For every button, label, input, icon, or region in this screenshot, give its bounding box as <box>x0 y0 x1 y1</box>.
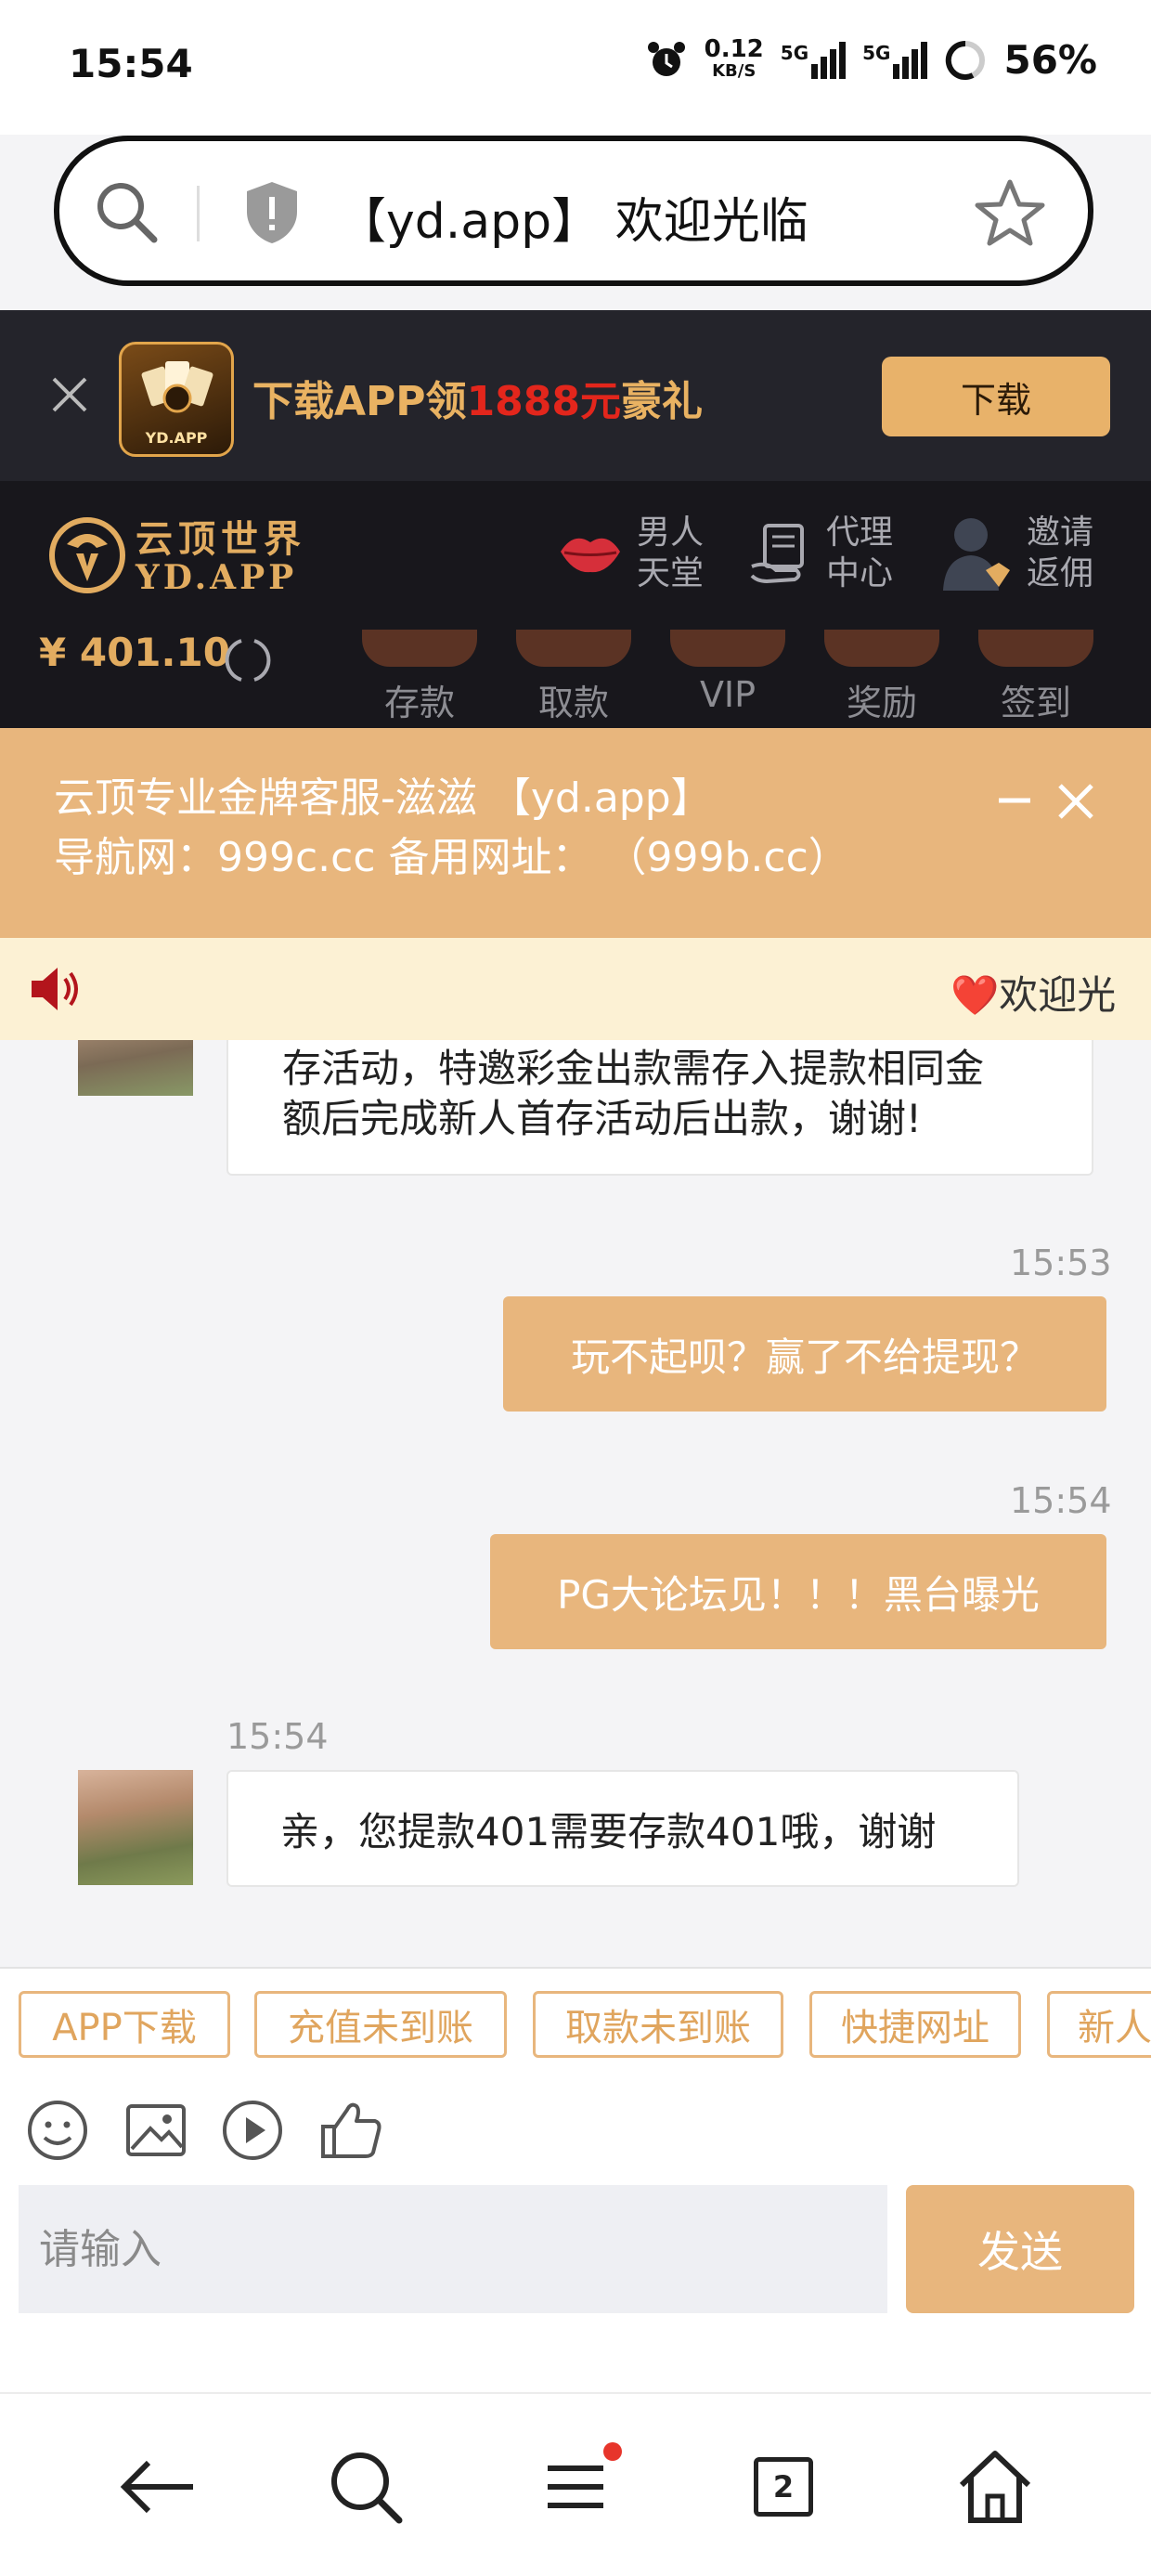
address-bar[interactable]: 【yd.app】 欢迎光临 <box>54 136 1093 286</box>
close-icon[interactable] <box>46 371 93 418</box>
send-button[interactable]: 发送 <box>906 2185 1134 2313</box>
quick-reply-quick-links[interactable]: 快捷网址 <box>809 1991 1021 2058</box>
quick-reply-withdraw-missing[interactable]: 取款未到账 <box>533 1991 783 2058</box>
emoji-icon[interactable] <box>24 2097 91 2164</box>
tab-checkin[interactable]: 签到 <box>976 630 1095 725</box>
agent-message-partial: 存活动，特邀彩金出款需存入提款相同金 额后完成新人首存活动后出款，谢谢! <box>226 1040 1093 1176</box>
status-icons: 0.12 KB/S 5G 5G 56% <box>645 37 1097 83</box>
user-message: 玩不起呗？赢了不给提现？ <box>503 1296 1106 1412</box>
download-banner: YD.APP 下载APP领1888元豪礼 下载 <box>0 310 1151 481</box>
divider <box>197 186 200 241</box>
composer-tools <box>0 2078 1151 2182</box>
notice-text: 云顶专业金牌客服-滋滋 【yd.app】 导航网：999c.cc 备用网址： （… <box>54 774 849 881</box>
quick-reply-app-download[interactable]: APP下载 <box>19 1991 230 2058</box>
thumbs-up-icon[interactable] <box>317 2097 384 2164</box>
chat-area[interactable]: 存活动，特邀彩金出款需存入提款相同金 额后完成新人首存活动后出款，谢谢! 15:… <box>0 1040 1151 1967</box>
tabs-button[interactable]: 2 <box>737 2440 830 2533</box>
lips-icon <box>561 538 620 573</box>
status-time: 15:54 <box>69 41 193 86</box>
user-invite-icon <box>943 518 1010 591</box>
site-logo[interactable]: 云顶世界 YD.APP <box>136 520 306 597</box>
message-input[interactable] <box>19 2185 887 2313</box>
page-title[interactable]: 【yd.app】 欢迎光临 <box>338 182 808 252</box>
net-speed: 0.12 KB/S <box>704 34 764 81</box>
header-link-invite-rebate[interactable]: 邀请 返佣 <box>939 513 1093 594</box>
agent-avatar <box>78 1770 193 1885</box>
quick-reply-deposit-missing[interactable]: 充值未到账 <box>254 1991 507 2058</box>
speaker-icon <box>32 968 78 1010</box>
minimize-icon[interactable] <box>995 782 1034 819</box>
tab-count: 2 <box>754 2457 813 2517</box>
menu-icon[interactable] <box>529 2440 622 2533</box>
signal-icon-2: 5G <box>862 41 928 79</box>
battery-percent: 56% <box>1003 37 1097 83</box>
header-link-agent-center[interactable]: 代理 中心 <box>748 513 893 594</box>
quick-reply-bar: APP下载 充值未到账 取款未到账 快捷网址 新人 <box>0 1967 1151 2080</box>
download-promo-text: 下载APP领1888元豪礼 <box>252 378 704 425</box>
tab-vip[interactable]: VIP <box>668 630 787 715</box>
service-notice: 云顶专业金牌客服-滋滋 【yd.app】 导航网：999c.cc 备用网址： （… <box>0 728 1151 938</box>
logo-emblem-icon[interactable] <box>48 516 126 594</box>
alarm-icon <box>647 41 685 76</box>
close-icon[interactable] <box>1053 778 1099 825</box>
video-play-icon[interactable] <box>219 2097 286 2164</box>
refresh-icon[interactable] <box>223 635 273 685</box>
user-message: PG大论坛见！！！黑台曝光 <box>490 1534 1106 1649</box>
message-time: 15:54 <box>226 1716 329 1757</box>
download-button[interactable]: 下载 <box>882 357 1110 436</box>
status-bar: 15:54 0.12 KB/S 5G 5G 56% <box>0 0 1151 135</box>
search-icon[interactable] <box>93 178 162 247</box>
shield-icon[interactable] <box>241 178 303 247</box>
quick-reply-newcomer[interactable]: 新人 <box>1047 1991 1151 2058</box>
announcement-marquee: ❤️欢迎光 <box>0 938 1151 1040</box>
app-icon: YD.APP <box>119 342 234 457</box>
search-icon[interactable] <box>319 2440 412 2533</box>
message-time: 15:54 <box>1010 1480 1112 1521</box>
site-header: 云顶世界 YD.APP 男人 天堂 代理 中心 邀请 返佣 ¥ 401.10 存款 取… <box>0 481 1151 728</box>
agent-avatar <box>78 1040 193 1096</box>
tab-withdraw[interactable]: 取款 <box>514 630 633 725</box>
playing-cards-icon <box>141 361 213 413</box>
tab-rewards[interactable]: 奖励 <box>822 630 941 725</box>
marquee-text: ❤️欢迎光 <box>951 972 1117 1018</box>
battery-ring-icon <box>946 40 986 80</box>
message-time: 15:53 <box>1010 1242 1112 1283</box>
browser-nav-bar: 2 <box>0 2392 1151 2576</box>
home-icon[interactable] <box>949 2440 1041 2533</box>
star-icon[interactable] <box>973 176 1047 249</box>
agent-message: 亲，您提款401需要存款401哦，谢谢 <box>226 1770 1019 1887</box>
composer: 发送 <box>0 2182 1151 2392</box>
signal-icon: 5G <box>781 41 847 79</box>
back-arrow-icon[interactable] <box>111 2440 204 2533</box>
header-link-mens-paradise[interactable]: 男人 天堂 <box>557 513 704 594</box>
tab-deposit[interactable]: 存款 <box>360 630 479 725</box>
image-icon[interactable] <box>123 2097 189 2164</box>
agent-hand-icon <box>750 524 804 584</box>
balance-amount: ¥ 401.10 <box>39 630 230 675</box>
